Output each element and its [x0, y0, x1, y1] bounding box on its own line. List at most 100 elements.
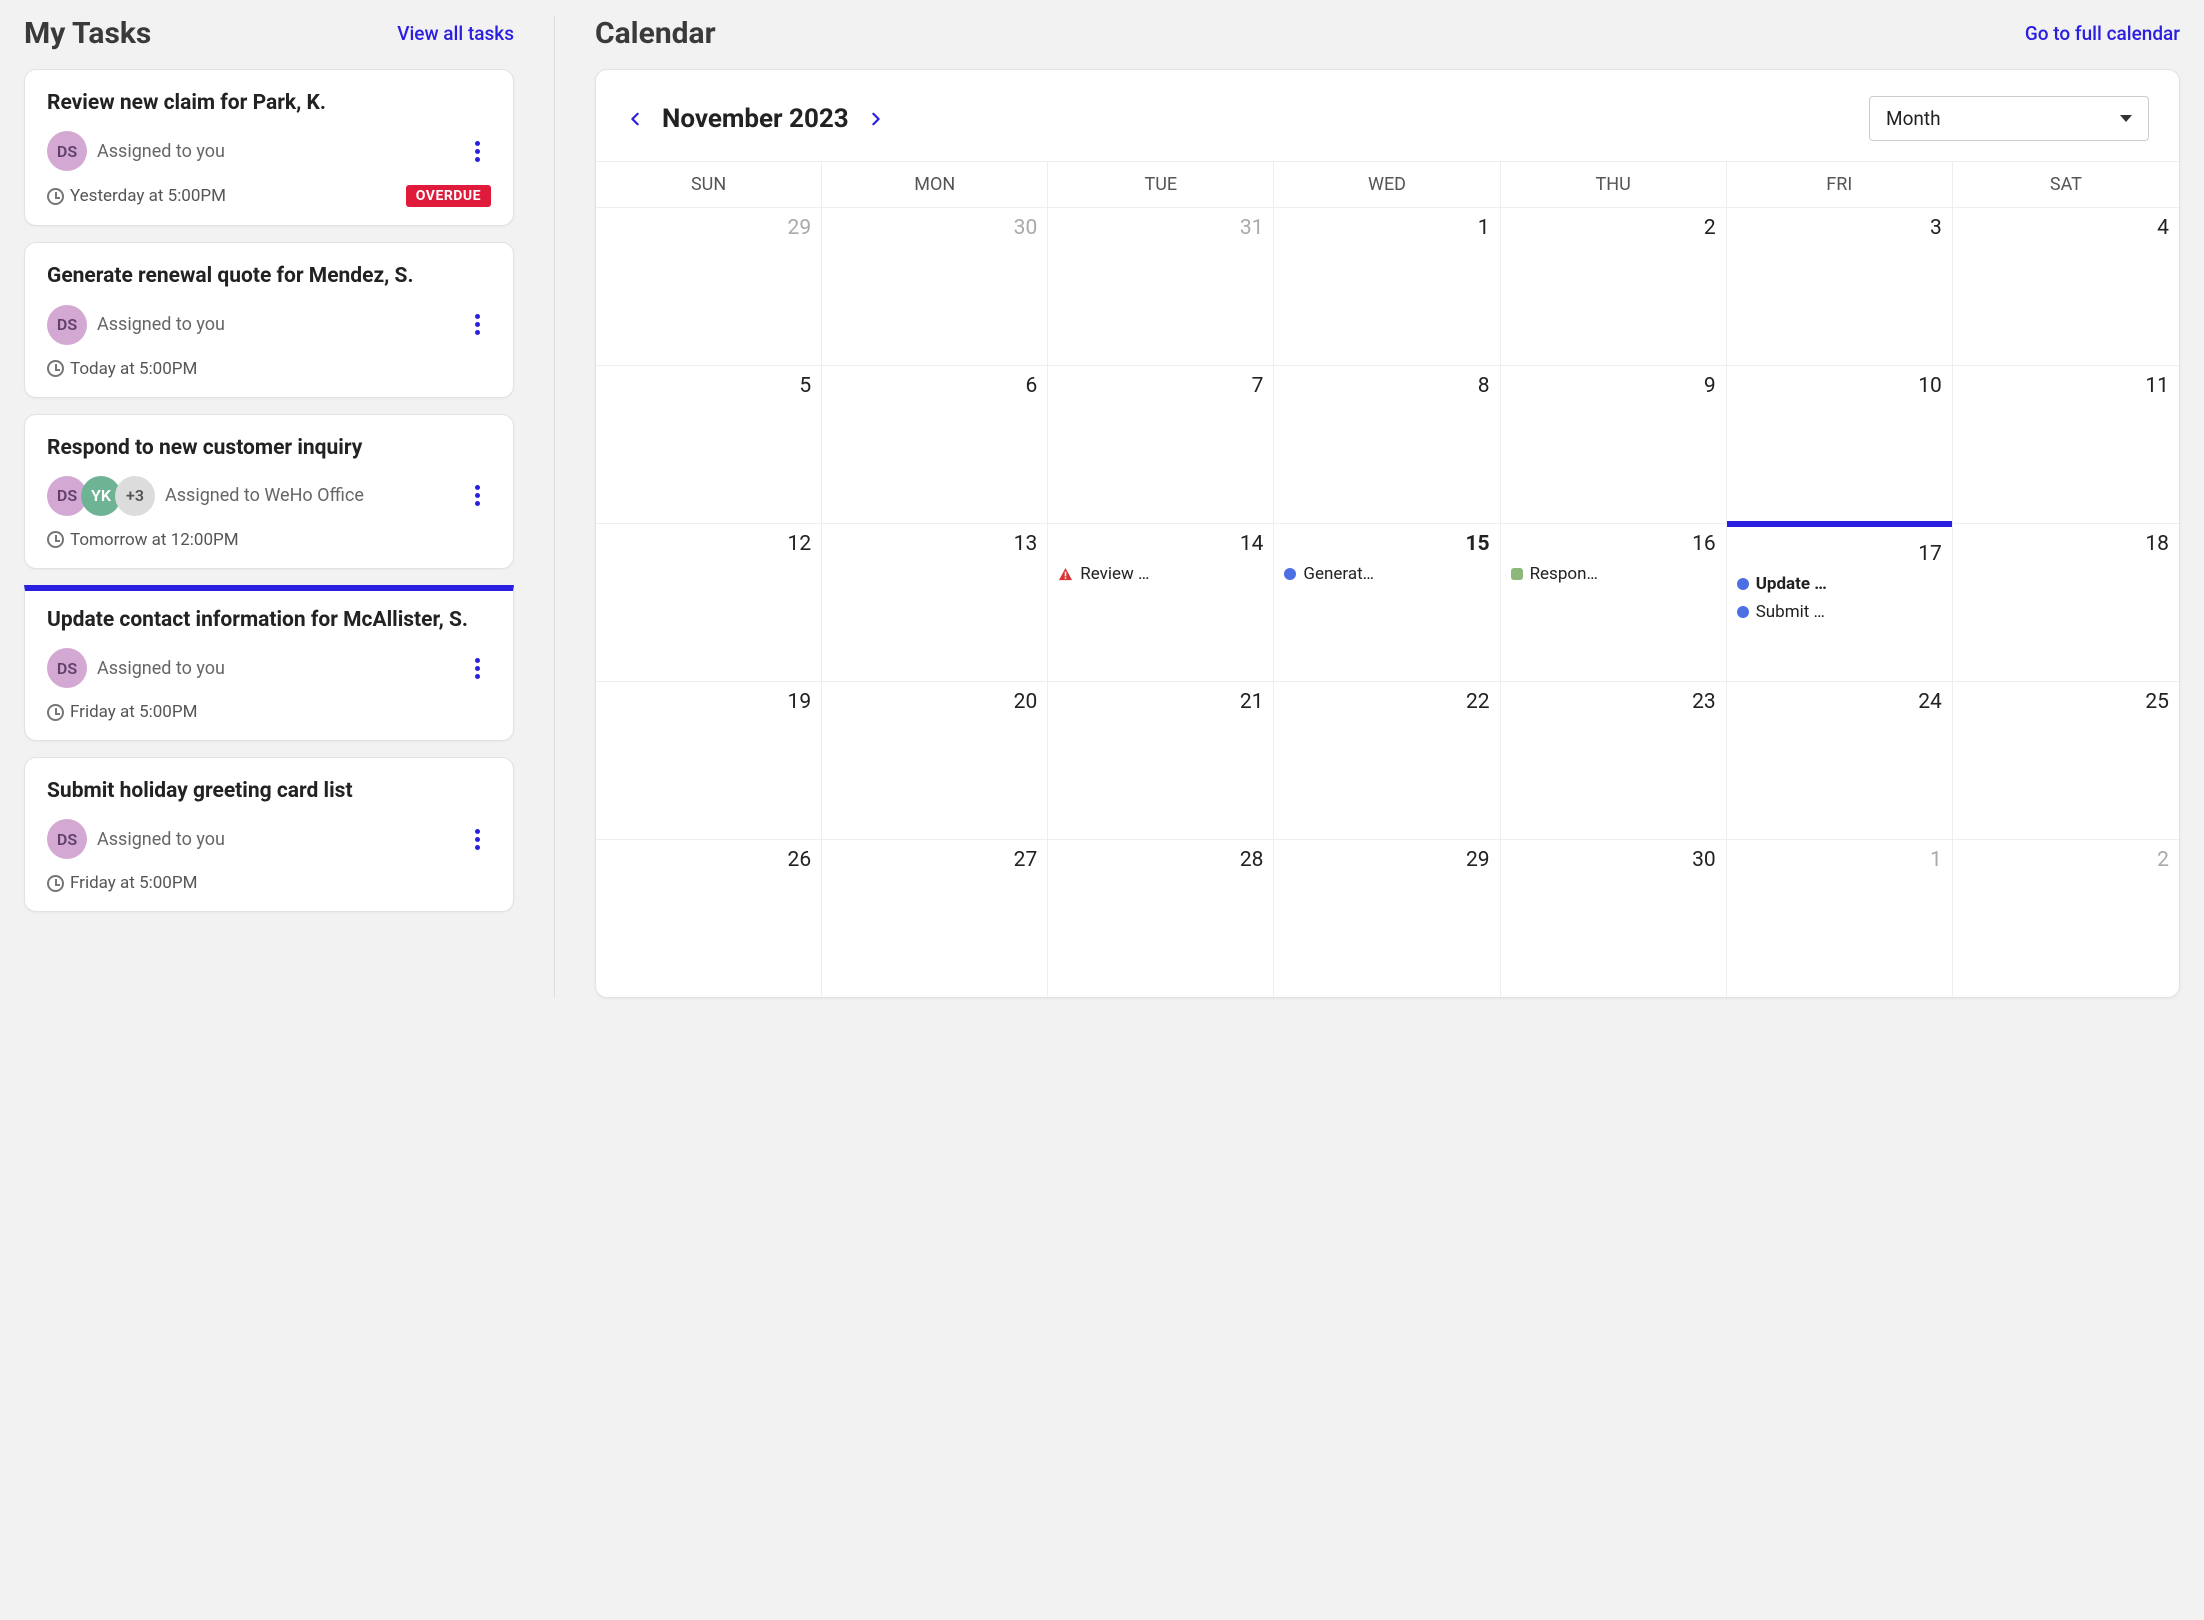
calendar-cell[interactable]: 21 — [1048, 681, 1274, 839]
calendar-cell[interactable]: 3 — [1727, 207, 1953, 365]
calendar-cell[interactable]: 12 — [596, 523, 822, 681]
task-title: Review new claim for Park, K. — [47, 90, 491, 117]
calendar-event[interactable]: Review … — [1058, 564, 1263, 584]
calendar-cell[interactable]: 2 — [1953, 839, 2179, 997]
calendar-cell[interactable]: 11 — [1953, 365, 2179, 523]
calendar-cell[interactable]: 8 — [1274, 365, 1500, 523]
calendar-cell[interactable]: 6 — [822, 365, 1048, 523]
calendar-cell[interactable]: 28 — [1048, 839, 1274, 997]
event-dot-icon — [1284, 568, 1296, 580]
task-card[interactable]: Submit holiday greeting card listDSAssig… — [24, 757, 514, 912]
calendar-cell[interactable]: 13 — [822, 523, 1048, 681]
calendar-cell[interactable]: 10 — [1727, 365, 1953, 523]
calendar-date-number: 13 — [832, 532, 1037, 556]
clock-icon — [47, 360, 64, 377]
divider — [554, 16, 555, 998]
calendar-date-number: 7 — [1058, 374, 1263, 398]
task-time: Today at 5:00PM — [47, 359, 197, 379]
calendar-cell[interactable]: 15Generat… — [1274, 523, 1500, 681]
prev-month-button[interactable] — [626, 110, 644, 128]
task-more-button[interactable] — [463, 654, 491, 682]
task-card[interactable]: Update contact information for McAlliste… — [24, 585, 514, 741]
weekday-label: MON — [822, 162, 1048, 207]
calendar-cell[interactable]: 26 — [596, 839, 822, 997]
caret-down-icon — [2120, 115, 2132, 122]
task-more-button[interactable] — [463, 311, 491, 339]
calendar-event[interactable]: Update … — [1737, 574, 1942, 594]
task-time: Friday at 5:00PM — [47, 873, 197, 893]
weekday-label: SUN — [596, 162, 822, 207]
calendar-cell[interactable]: 16Respon… — [1501, 523, 1727, 681]
calendar-cell[interactable]: 1 — [1727, 839, 1953, 997]
today-indicator — [1727, 521, 1952, 527]
task-more-button[interactable] — [463, 825, 491, 853]
calendar-event[interactable]: Respon… — [1511, 564, 1716, 584]
weekday-label: FRI — [1727, 162, 1953, 207]
calendar-date-number: 19 — [606, 690, 811, 714]
calendar-cell[interactable]: 7 — [1048, 365, 1274, 523]
event-label: Update … — [1756, 574, 1827, 594]
avatar: DS — [47, 131, 87, 171]
task-title: Update contact information for McAlliste… — [47, 607, 491, 634]
calendar-cell[interactable]: 18 — [1953, 523, 2179, 681]
calendar-date-number: 1 — [1737, 848, 1942, 872]
event-label: Review … — [1080, 564, 1149, 584]
calendar-cell[interactable]: 14Review … — [1048, 523, 1274, 681]
calendar-cell[interactable]: 5 — [596, 365, 822, 523]
task-card[interactable]: Review new claim for Park, K.DSAssigned … — [24, 69, 514, 226]
weekday-label: SAT — [1953, 162, 2179, 207]
calendar-cell[interactable]: 9 — [1501, 365, 1727, 523]
weekday-label: TUE — [1048, 162, 1274, 207]
avatar: +3 — [115, 476, 155, 516]
calendar-event[interactable]: Generat… — [1284, 564, 1489, 584]
avatar: DS — [47, 819, 87, 859]
clock-icon — [47, 875, 64, 892]
calendar-cell[interactable]: 29 — [596, 207, 822, 365]
calendar-cell[interactable]: 19 — [596, 681, 822, 839]
calendar-cell[interactable]: 25 — [1953, 681, 2179, 839]
calendar-cell[interactable]: 4 — [1953, 207, 2179, 365]
calendar-date-number: 11 — [1963, 374, 2169, 398]
calendar-cell[interactable]: 22 — [1274, 681, 1500, 839]
more-vertical-icon — [475, 485, 480, 506]
calendar-event[interactable]: Submit … — [1737, 602, 1942, 622]
full-calendar-link[interactable]: Go to full calendar — [2025, 22, 2180, 45]
weekday-label: THU — [1501, 162, 1727, 207]
more-vertical-icon — [475, 141, 480, 162]
calendar-date-number: 25 — [1963, 690, 2169, 714]
calendar-cell[interactable]: 2 — [1501, 207, 1727, 365]
task-card[interactable]: Generate renewal quote for Mendez, S.DSA… — [24, 242, 514, 397]
calendar-date-number: 29 — [606, 216, 811, 240]
calendar-view-select[interactable]: Month — [1869, 96, 2149, 141]
calendar-cell[interactable]: 30 — [822, 207, 1048, 365]
view-all-tasks-link[interactable]: View all tasks — [397, 22, 514, 45]
calendar-date-number: 5 — [606, 374, 811, 398]
calendar-cell[interactable]: 24 — [1727, 681, 1953, 839]
calendar-date-number: 22 — [1284, 690, 1489, 714]
avatar: DS — [47, 648, 87, 688]
assigned-text: Assigned to you — [97, 658, 225, 679]
calendar-cell[interactable]: 20 — [822, 681, 1048, 839]
calendar-cell[interactable]: 27 — [822, 839, 1048, 997]
task-card[interactable]: Respond to new customer inquiryDSYK+3Ass… — [24, 414, 514, 569]
calendar-date-number: 21 — [1058, 690, 1263, 714]
assigned-text: Assigned to you — [97, 314, 225, 335]
task-title: Respond to new customer inquiry — [47, 435, 491, 462]
calendar-header: Calendar — [595, 16, 716, 51]
calendar-cell[interactable]: 31 — [1048, 207, 1274, 365]
calendar-date-number: 9 — [1511, 374, 1716, 398]
calendar-cell[interactable]: 23 — [1501, 681, 1727, 839]
calendar-cell[interactable]: 17Update …Submit … — [1727, 523, 1953, 681]
calendar-cell[interactable]: 1 — [1274, 207, 1500, 365]
calendar-cell[interactable]: 29 — [1274, 839, 1500, 997]
calendar-month-label: November 2023 — [662, 104, 849, 134]
next-month-button[interactable] — [867, 110, 885, 128]
clock-icon — [47, 531, 64, 548]
calendar-date-number: 1 — [1284, 216, 1489, 240]
event-label: Submit … — [1756, 602, 1825, 622]
tasks-header: My Tasks — [24, 16, 151, 51]
calendar-cell[interactable]: 30 — [1501, 839, 1727, 997]
task-more-button[interactable] — [463, 482, 491, 510]
calendar-date-number: 30 — [832, 216, 1037, 240]
task-more-button[interactable] — [463, 137, 491, 165]
